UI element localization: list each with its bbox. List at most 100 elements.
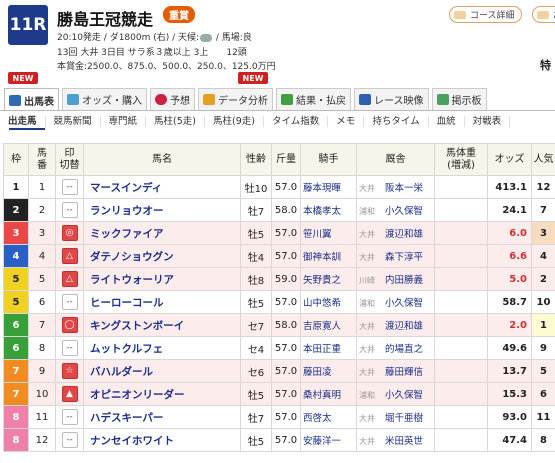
subnav-entries[interactable]: 出走馬 (0, 116, 46, 127)
mark-toggle[interactable]: -- (61, 202, 78, 218)
col-waku[interactable]: 枠 (3, 143, 29, 176)
jockey-name[interactable]: 安藤洋一 (300, 428, 357, 452)
trainer-name[interactable]: 堀千亜樹 (385, 413, 423, 424)
tab-results[interactable]: 結果・払戻 (276, 88, 351, 110)
odds-value[interactable]: 413.1 (487, 175, 532, 199)
course-detail-button[interactable]: コース詳細 (449, 6, 522, 23)
jockey-name[interactable]: 西啓太 (300, 405, 357, 429)
header-button-2[interactable]: お (532, 6, 555, 23)
trainer-location: 大井 (359, 437, 375, 446)
body-weight (434, 290, 488, 314)
chart-icon (203, 94, 215, 105)
mark-toggle[interactable]: △ (61, 248, 78, 264)
trainer-cell: 浦和 小久保智 (356, 198, 435, 222)
odds-value[interactable]: 93.0 (487, 405, 532, 429)
subnav-time-index[interactable]: タイム指数 (264, 116, 329, 127)
mark-toggle[interactable]: -- (61, 409, 78, 425)
col-mark[interactable]: 印 切替 (55, 143, 84, 176)
subnav-past5[interactable]: 馬柱(5走) (146, 116, 206, 127)
horse-name[interactable]: ヒーローコール (83, 290, 241, 314)
tab-board[interactable]: 掲示板 (431, 88, 487, 110)
horse-name[interactable]: ムットクルフェ (83, 336, 241, 360)
mark-cell: △ (55, 267, 84, 291)
waku-number: 8 (3, 405, 29, 429)
sex-age: 牡5 (240, 428, 272, 452)
subnav-memo[interactable]: メモ (328, 116, 365, 127)
horse-name[interactable]: ライトウォーリア (83, 267, 241, 291)
col-weight[interactable]: 斤量 (271, 143, 301, 176)
mark-toggle[interactable]: △ (61, 271, 78, 287)
trainer-name[interactable]: 渡辺和雄 (385, 321, 423, 332)
odds-value[interactable]: 58.7 (487, 290, 532, 314)
tab-odds[interactable]: オッズ・購入 (62, 88, 147, 110)
col-horse: 馬名 (83, 143, 241, 176)
odds-value[interactable]: 6.0 (487, 221, 532, 245)
mark-toggle[interactable]: -- (61, 340, 78, 356)
trainer-name[interactable]: 小久保智 (385, 206, 423, 217)
horse-name[interactable]: マースインディ (83, 175, 241, 199)
horse-name[interactable]: ランリョウオー (83, 198, 241, 222)
tab-prediction[interactable]: 予想 (150, 88, 195, 110)
col-umaban[interactable]: 馬 番 (28, 143, 56, 176)
subnav-matchup[interactable]: 対戦表 (465, 116, 511, 127)
horse-name[interactable]: バハルダール (83, 359, 241, 383)
mark-toggle[interactable]: -- (61, 432, 78, 448)
body-weight (434, 359, 488, 383)
mark-toggle[interactable]: -- (61, 294, 78, 310)
mark-toggle[interactable]: ▲ (61, 386, 78, 402)
subnav-newspaper[interactable]: 競馬新聞 (46, 116, 101, 127)
trainer-name[interactable]: 藤田輝信 (385, 367, 423, 378)
subnav-past9[interactable]: 馬柱(9走) (205, 116, 264, 127)
tab-data-analysis[interactable]: データ分析 (198, 88, 273, 110)
col-popularity[interactable]: 人気 (531, 143, 555, 176)
odds-value[interactable]: 47.4 (487, 428, 532, 452)
odds-value[interactable]: 2.0 (487, 313, 532, 337)
subnav-pedigree[interactable]: 血統 (429, 116, 465, 127)
jockey-name[interactable]: 山中悠希 (300, 290, 357, 314)
jockey-name[interactable]: 藤田凌 (300, 359, 357, 383)
mark-toggle[interactable]: ◯ (61, 317, 78, 333)
jockey-name[interactable]: 桑村真明 (300, 382, 357, 406)
tab-race-video[interactable]: レース映像 (354, 88, 429, 110)
odds-value[interactable]: 5.0 (487, 267, 532, 291)
trainer-name[interactable]: 的場直之 (385, 344, 423, 355)
subnav-best-time[interactable]: 持ちタイム (364, 116, 429, 127)
trainer-location: 大井 (359, 253, 375, 262)
odds-value[interactable]: 13.7 (487, 359, 532, 383)
sex-age: 牡7 (240, 405, 272, 429)
odds-value[interactable]: 6.6 (487, 244, 532, 268)
horse-name[interactable]: オピニオンリーダー (83, 382, 241, 406)
trainer-name[interactable]: 小久保智 (385, 298, 423, 309)
odds-value[interactable]: 49.6 (487, 336, 532, 360)
odds-value[interactable]: 24.1 (487, 198, 532, 222)
jockey-name[interactable]: 矢野貴之 (300, 267, 357, 291)
trainer-name[interactable]: 小久保智 (385, 390, 423, 401)
jockey-name[interactable]: 藤本現暉 (300, 175, 357, 199)
subnav-specialist[interactable]: 専門紙 (101, 116, 147, 127)
trainer-name[interactable]: 阪本一栄 (385, 183, 423, 194)
col-odds[interactable]: オッズ (487, 143, 532, 176)
horse-name[interactable]: ハデスキーパー (83, 405, 241, 429)
tab-entries[interactable]: 出馬表 (4, 88, 59, 111)
jockey-name[interactable]: 御神本訓 (300, 244, 357, 268)
jockey-name[interactable]: 本橋孝太 (300, 198, 357, 222)
waku-number: 7 (3, 382, 29, 406)
mark-toggle[interactable]: ◎ (61, 225, 78, 241)
odds-value[interactable]: 15.3 (487, 382, 532, 406)
mark-cell: ☆ (55, 359, 84, 383)
horse-name[interactable]: キングストンボーイ (83, 313, 241, 337)
jockey-name[interactable]: 笹川翼 (300, 221, 357, 245)
trainer-name[interactable]: 米田英世 (385, 436, 423, 447)
horse-name[interactable]: ミックファイア (83, 221, 241, 245)
jockey-name[interactable]: 本田正重 (300, 336, 357, 360)
trainer-name[interactable]: 渡辺和雄 (385, 229, 423, 240)
jockey-name[interactable]: 吉原寛人 (300, 313, 357, 337)
trainer-name[interactable]: 内田勝義 (385, 275, 423, 286)
mark-toggle[interactable]: ☆ (61, 363, 78, 379)
body-weight (434, 336, 488, 360)
mark-toggle[interactable]: -- (61, 179, 78, 195)
table-row: 7 10 ▲ オピニオンリーダー 牡5 57.0 桑村真明 浦和 小久保智 15.3 6 (3, 382, 555, 406)
horse-name[interactable]: ナンセイホワイト (83, 428, 241, 452)
trainer-name[interactable]: 森下淳平 (385, 252, 423, 263)
horse-name[interactable]: ダテノショウグン (83, 244, 241, 268)
